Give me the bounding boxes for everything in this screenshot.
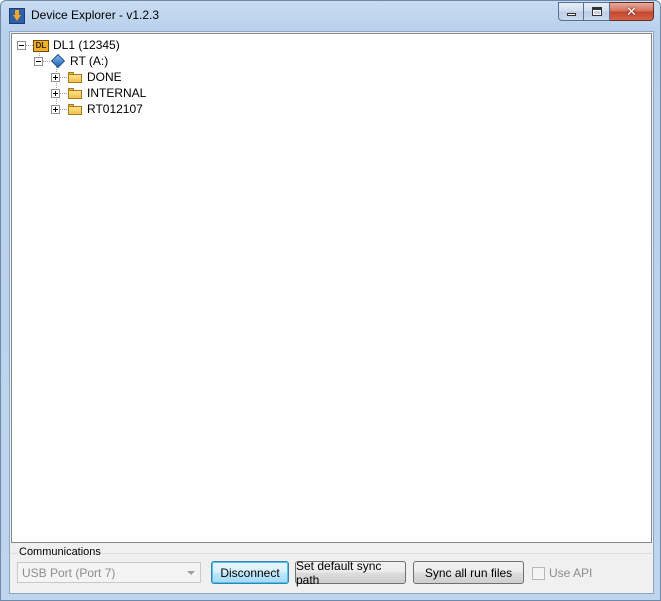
tree-node-drive[interactable]: RT (A:) [34, 53, 109, 69]
expand-icon[interactable] [51, 88, 60, 98]
disconnect-button[interactable]: Disconnect [211, 561, 289, 584]
drive-icon [50, 53, 66, 69]
device-tree[interactable]: DL DL1 (12345) RT (A:) DONE INTERNAL RT0… [11, 33, 652, 543]
communications-group: Communications USB Port (Port 7) Disconn… [11, 546, 652, 592]
minimize-button[interactable] [558, 2, 584, 21]
group-divider [11, 553, 652, 554]
maximize-button[interactable] [584, 2, 610, 21]
expand-icon[interactable] [51, 72, 60, 82]
set-default-sync-path-button[interactable]: Set default sync path [295, 558, 406, 587]
maximize-icon [592, 7, 602, 16]
tree-node-label[interactable]: DONE [86, 70, 123, 84]
folder-icon [68, 104, 82, 115]
caption-buttons: ✕ [558, 2, 654, 21]
tree-node-label[interactable]: DL1 (12345) [52, 38, 121, 52]
tree-node-folder-rt012107[interactable]: RT012107 [51, 101, 144, 117]
client-area: DL DL1 (12345) RT (A:) DONE INTERNAL RT0… [9, 31, 654, 594]
use-api-checkbox[interactable] [532, 566, 545, 580]
port-select-value: USB Port (Port 7) [22, 566, 116, 580]
close-button[interactable]: ✕ [610, 2, 654, 21]
collapse-icon[interactable] [17, 40, 26, 50]
tree-node-label[interactable]: RT (A:) [69, 54, 109, 68]
tree-node-label[interactable]: RT012107 [86, 102, 144, 116]
port-select[interactable]: USB Port (Port 7) [17, 562, 201, 583]
collapse-icon[interactable] [34, 56, 43, 66]
use-api-label: Use API [549, 566, 593, 580]
disconnect-label: Disconnect [220, 565, 280, 580]
minimize-icon [567, 13, 576, 16]
chevron-down-icon [187, 571, 195, 575]
folder-icon [68, 88, 82, 99]
tree-node-folder-done[interactable]: DONE [51, 69, 123, 85]
folder-icon [68, 72, 82, 83]
set-default-sync-path-label: Set default sync path [296, 558, 382, 587]
datalogger-icon: DL [33, 39, 49, 52]
expand-icon[interactable] [51, 104, 60, 114]
communications-label: Communications [18, 546, 102, 558]
close-icon: ✕ [626, 4, 637, 19]
device-explorer-window: Device Explorer - v1.2.3 ✕ DL DL1 (12345… [0, 0, 661, 601]
title-bar[interactable]: Device Explorer - v1.2.3 ✕ [1, 1, 660, 31]
sync-all-run-files-button[interactable]: Sync all run files [413, 561, 524, 584]
sync-all-run-files-label: Sync all run files [424, 565, 513, 580]
use-api-option[interactable]: Use API [532, 566, 592, 580]
tree-node-root[interactable]: DL DL1 (12345) [17, 37, 121, 53]
window-title: Device Explorer - v1.2.3 [31, 8, 160, 22]
device-explorer-app-icon[interactable] [9, 8, 25, 24]
tree-node-label[interactable]: INTERNAL [86, 86, 147, 100]
tree-node-folder-internal[interactable]: INTERNAL [51, 85, 147, 101]
